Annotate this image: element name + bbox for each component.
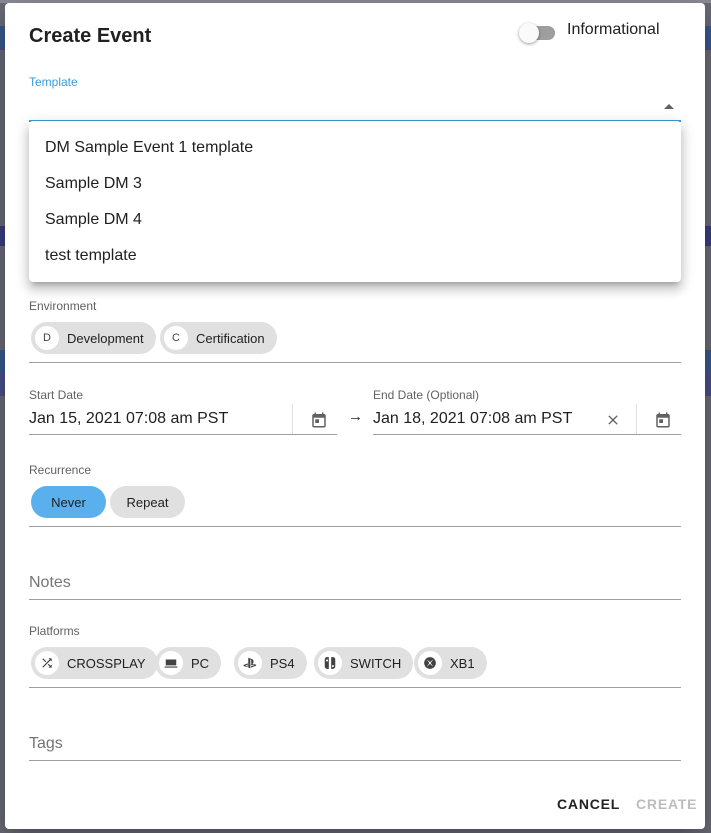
chip-label: Repeat <box>126 494 169 510</box>
platform-chip-crossplay[interactable]: CROSSPLAY <box>31 647 158 679</box>
recurrence-chip-repeat[interactable]: Repeat <box>110 486 185 518</box>
platforms-label: Platforms <box>29 624 80 638</box>
caret-up-icon[interactable] <box>664 104 674 109</box>
shuffle-icon <box>35 651 59 675</box>
recurrence-underline <box>29 526 681 527</box>
divider <box>636 404 637 434</box>
start-date-underline <box>29 434 337 435</box>
create-button[interactable]: CREATE <box>636 796 697 812</box>
tags-underline <box>29 760 681 761</box>
environment-chip-certification[interactable]: C Certification <box>160 322 277 354</box>
notes-underline <box>29 599 681 600</box>
recurrence-chip-never[interactable]: Never <box>31 486 106 518</box>
platform-chip-xb1[interactable]: XB1 <box>414 647 487 679</box>
chip-avatar: D <box>35 326 59 350</box>
end-date-underline <box>373 434 681 435</box>
chip-label: Never <box>51 494 86 510</box>
xbox-icon <box>418 651 442 675</box>
platform-chip-ps4[interactable]: PS4 <box>234 647 307 679</box>
pc-icon <box>159 651 183 675</box>
arrow-right-icon: → <box>348 408 363 425</box>
calendar-icon[interactable] <box>651 408 675 432</box>
recurrence-label: Recurrence <box>29 463 92 477</box>
platform-chip-pc[interactable]: PC <box>155 647 222 679</box>
chip-label: XB1 <box>450 655 475 671</box>
end-date-label: End Date (Optional) <box>373 388 480 402</box>
chip-label: Development <box>67 330 144 346</box>
template-option[interactable]: Sample DM 4 <box>29 202 681 238</box>
environment-label: Environment <box>29 299 97 313</box>
platform-chip-switch[interactable]: SWITCH <box>314 647 414 679</box>
calendar-icon[interactable] <box>307 408 331 432</box>
chip-label: SWITCH <box>350 655 402 671</box>
notes-input[interactable]: Notes <box>29 574 71 592</box>
chip-label: CROSSPLAY <box>67 655 146 671</box>
environment-underline <box>29 362 681 363</box>
informational-toggle-label: Informational <box>567 21 660 38</box>
informational-toggle[interactable] <box>519 21 559 45</box>
start-date-input[interactable]: Jan 15, 2021 07:08 am PST <box>29 410 228 428</box>
create-event-dialog: Create Event Informational Template DM S… <box>5 3 705 829</box>
platforms-underline <box>29 687 681 688</box>
environment-chip-development[interactable]: D Development <box>31 322 156 354</box>
template-option[interactable]: DM Sample Event 1 template <box>29 130 681 166</box>
template-select[interactable] <box>29 91 681 121</box>
chip-label: PS4 <box>270 655 295 671</box>
divider <box>292 404 293 434</box>
switch-icon <box>318 651 342 675</box>
template-dropdown-menu: DM Sample Event 1 template Sample DM 3 S… <box>29 121 681 282</box>
playstation-icon <box>238 651 262 675</box>
start-date-label: Start Date <box>29 388 84 402</box>
template-option[interactable]: test template <box>29 238 681 274</box>
tags-input[interactable]: Tags <box>29 735 63 753</box>
template-option[interactable]: Sample DM 3 <box>29 166 681 202</box>
chip-label: Certification <box>196 330 265 346</box>
cancel-button[interactable]: CANCEL <box>557 796 620 812</box>
toggle-thumb <box>519 23 539 43</box>
chip-avatar: C <box>164 326 188 350</box>
dialog-title: Create Event <box>29 25 152 47</box>
template-label: Template <box>29 75 78 89</box>
end-date-input[interactable]: Jan 18, 2021 07:08 am PST <box>373 410 572 428</box>
clear-icon[interactable] <box>601 408 625 432</box>
chip-label: PC <box>191 655 210 671</box>
